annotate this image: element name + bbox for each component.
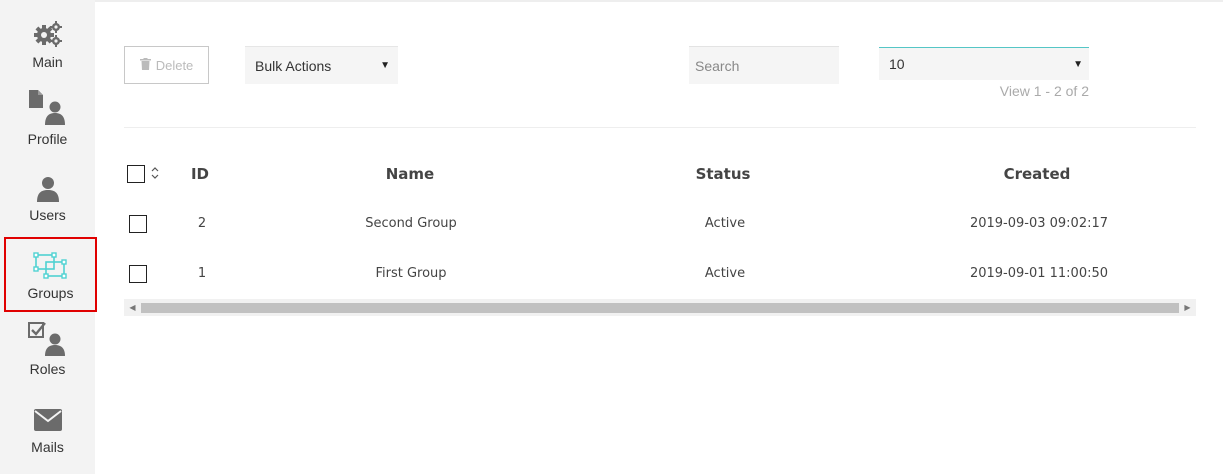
user-icon — [0, 176, 95, 202]
sidebar-item-label: Groups — [27, 285, 74, 301]
envelope-icon — [0, 409, 95, 431]
groups-icon — [6, 252, 95, 280]
roles-icon — [0, 320, 95, 356]
scroll-left-icon[interactable]: ◀ — [124, 299, 141, 316]
divider — [124, 127, 1196, 128]
cell-id: 2 — [197, 216, 207, 231]
scroll-right-icon[interactable]: ▶ — [1179, 299, 1196, 316]
sidebar-item-main[interactable]: Main — [0, 14, 95, 76]
column-header-name[interactable]: Name — [330, 165, 490, 183]
sidebar-item-profile[interactable]: Profile — [0, 86, 95, 152]
cell-created: 2019-09-01 11:00:50 — [969, 266, 1109, 281]
caret-down-icon: ▼ — [1073, 58, 1083, 70]
row-checkbox[interactable] — [129, 265, 147, 283]
column-header-status[interactable]: Status — [663, 165, 783, 183]
scrollbar-thumb[interactable] — [141, 303, 1179, 313]
sidebar-item-label: Mails — [31, 439, 64, 455]
view-count: View 1 - 2 of 2 — [999, 83, 1089, 99]
cell-created: 2019-09-03 09:02:17 — [969, 216, 1109, 231]
column-header-id[interactable]: ID — [180, 165, 220, 183]
per-page-select[interactable]: 10 ▼ — [879, 47, 1089, 80]
delete-label: Delete — [155, 57, 194, 73]
sort-icon[interactable] — [151, 166, 159, 185]
top-border — [95, 0, 1223, 2]
per-page-value: 10 — [889, 56, 905, 72]
sidebar-item-label: Roles — [29, 361, 66, 377]
row-checkbox[interactable] — [129, 215, 147, 233]
profile-icon — [0, 89, 95, 125]
column-header-created[interactable]: Created — [967, 165, 1107, 183]
cell-id: 1 — [197, 266, 207, 281]
search-input[interactable] — [689, 46, 839, 84]
cell-name: Second Group — [365, 216, 457, 231]
sidebar-item-label: Main — [32, 54, 63, 70]
sidebar: Main Profile Users Groups Roles Mails — [0, 0, 97, 474]
trash-icon — [139, 57, 151, 73]
gears-icon — [0, 20, 95, 48]
cell-name: First Group — [375, 266, 447, 281]
caret-down-icon: ▼ — [380, 60, 390, 71]
cell-status: Active — [704, 266, 746, 281]
sidebar-item-label: Profile — [27, 131, 68, 147]
sidebar-item-users[interactable]: Users — [0, 172, 95, 228]
horizontal-scrollbar[interactable]: ◀ ▶ — [124, 299, 1196, 316]
delete-button[interactable]: Delete — [124, 46, 209, 84]
sidebar-item-groups[interactable]: Groups — [4, 237, 97, 312]
sidebar-item-label: Users — [29, 207, 66, 223]
sidebar-item-roles[interactable]: Roles — [0, 318, 95, 382]
sidebar-item-mails[interactable]: Mails — [0, 402, 95, 460]
bulk-actions-select[interactable]: Bulk Actions ▼ — [245, 46, 398, 84]
cell-status: Active — [704, 216, 746, 231]
select-all-checkbox[interactable] — [127, 165, 145, 183]
bulk-actions-value: Bulk Actions — [255, 57, 332, 74]
